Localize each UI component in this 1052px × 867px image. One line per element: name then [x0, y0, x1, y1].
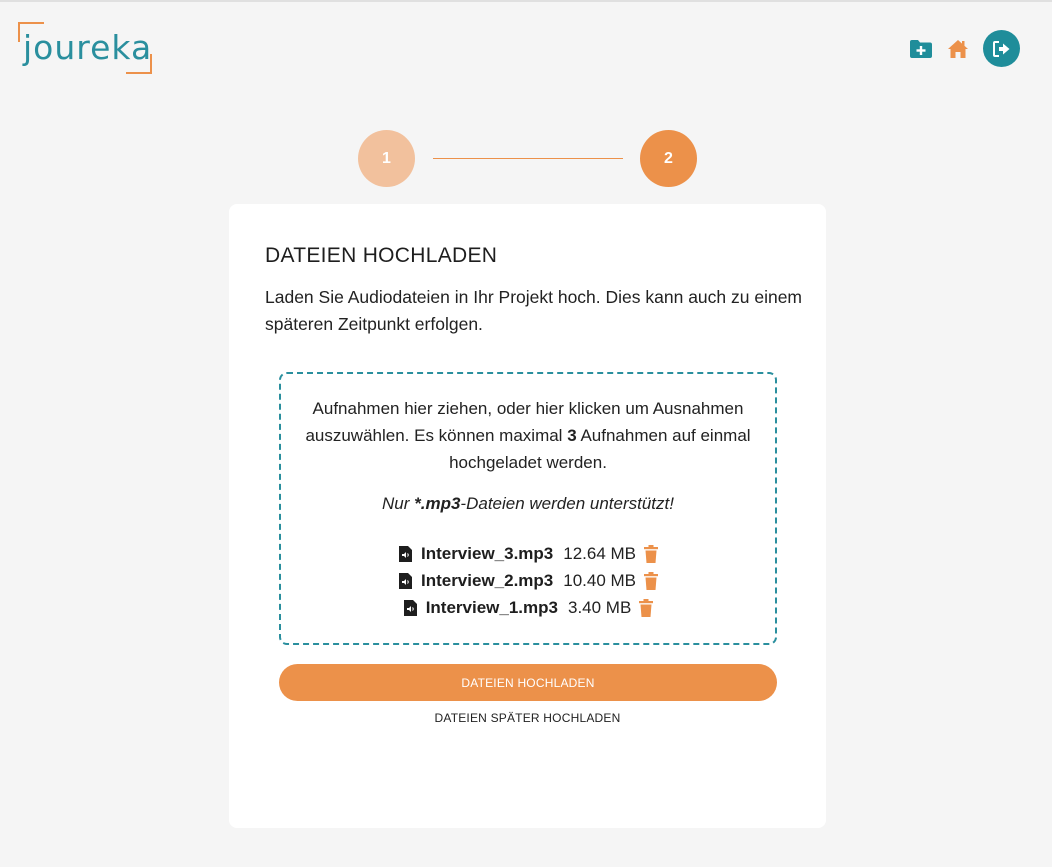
file-item: Interview_3.mp3 12.64 MB: [281, 540, 775, 567]
file-item: Interview_1.mp3 3.40 MB: [281, 594, 775, 621]
file-size: 10.40 MB: [563, 570, 637, 590]
header-actions: [895, 30, 1020, 67]
note-prefix: Nur: [382, 494, 415, 513]
dropzone-format-note: Nur *.mp3-Dateien werden unterstützt!: [281, 494, 775, 514]
note-suffix: -Dateien werden unterstützt!: [460, 494, 674, 513]
logout-icon[interactable]: [983, 30, 1020, 67]
file-dropzone[interactable]: Aufnahmen hier ziehen, oder hier klicken…: [279, 372, 777, 645]
file-name: Interview_2.mp3: [420, 570, 554, 590]
stepper-connector: [433, 158, 623, 159]
file-name: Interview_3.mp3: [420, 543, 554, 563]
audio-file-icon: [398, 545, 413, 563]
upload-files-button[interactable]: DATEIEN HOCHLADEN: [279, 664, 777, 701]
upload-later-link[interactable]: DATEIEN SPÄTER HOCHLADEN: [229, 711, 826, 725]
upload-card: DATEIEN HOCHLADEN Laden Sie Audiodateien…: [229, 204, 826, 828]
file-name: Interview_1.mp3: [425, 597, 558, 617]
file-size: 12.64 MB: [563, 543, 637, 563]
file-list: Interview_3.mp3 12.64 MB Interview_2.mp3…: [281, 540, 775, 621]
home-icon[interactable]: [947, 39, 969, 59]
card-description: Laden Sie Audiodateien in Ihr Projekt ho…: [265, 287, 803, 334]
file-item: Interview_2.mp3 10.40 MB: [281, 567, 775, 594]
trash-icon[interactable]: [639, 598, 654, 617]
folder-plus-icon[interactable]: [909, 39, 933, 59]
stepper: 1 2: [358, 130, 698, 187]
logo[interactable]: joureka: [18, 22, 152, 74]
step-1[interactable]: 1: [358, 130, 415, 187]
dropzone-instructions: Aufnahmen hier ziehen, oder hier klicken…: [301, 395, 755, 476]
note-extension: *.mp3: [414, 494, 461, 513]
trash-icon[interactable]: [644, 544, 659, 563]
audio-file-icon: [403, 599, 418, 617]
trash-icon[interactable]: [644, 571, 659, 590]
card-title: DATEIEN HOCHLADEN: [265, 244, 498, 267]
logo-text: joureka: [23, 28, 153, 67]
dropzone-max-count: 3: [567, 426, 577, 445]
audio-file-icon: [398, 572, 413, 590]
step-2[interactable]: 2: [640, 130, 697, 187]
file-size: 3.40 MB: [567, 597, 632, 617]
